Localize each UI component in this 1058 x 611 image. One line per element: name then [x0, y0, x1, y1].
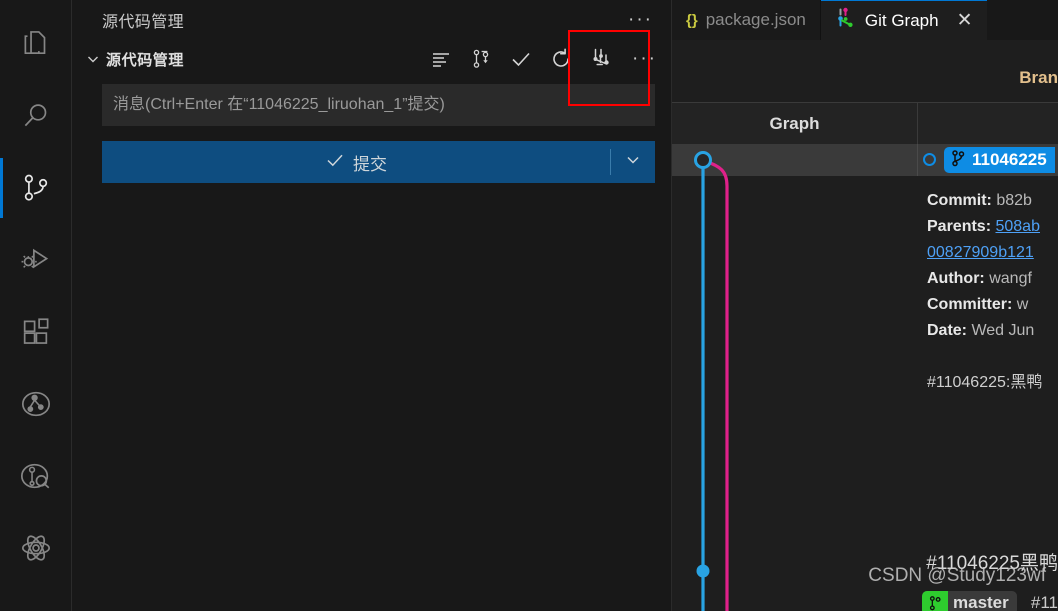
list-view-icon[interactable]: [428, 46, 454, 72]
git-graph-column-headers: Graph: [672, 102, 1058, 146]
activity-bar: [0, 0, 72, 611]
tab-package-json[interactable]: {} package.json: [672, 0, 821, 40]
search-icon: [19, 99, 53, 133]
bottom-row-hash: #11: [1030, 593, 1058, 611]
git-graph-toolbar: Bran: [672, 40, 1058, 102]
branch-icon: [922, 591, 948, 611]
git-lens-search-icon: [19, 459, 53, 493]
activity-item-explorer[interactable]: [0, 8, 72, 80]
commit-value: b82b: [996, 192, 1032, 209]
parent-hash-link-2[interactable]: 00827909b121: [927, 244, 1034, 261]
page-title: 源代码管理: [102, 14, 185, 31]
commit-ref-circle-icon: [923, 153, 936, 166]
parent-hash-link-1[interactable]: 508ab: [995, 218, 1040, 235]
check-icon: [325, 150, 345, 175]
csdn-watermark: CSDN @Study123wf: [868, 565, 1046, 586]
committer-label: Committer:: [927, 296, 1013, 313]
branch-badge-label: 11046225: [972, 150, 1051, 170]
activity-item-search[interactable]: [0, 80, 72, 152]
refresh-icon[interactable]: [548, 46, 574, 72]
branch-badge[interactable]: 11046225: [944, 147, 1055, 173]
detail-line-committer: Committer: w: [927, 292, 1058, 318]
chevron-down-icon[interactable]: [82, 51, 104, 67]
commit-dropdown-button[interactable]: [611, 141, 655, 183]
commit-graph-lines: [694, 151, 729, 611]
commit-button-group: 提交: [102, 141, 655, 183]
detail-line-author: Author: wangf: [927, 266, 1058, 292]
activity-item-run-and-debug[interactable]: [0, 224, 72, 296]
author-value: wangf: [989, 270, 1032, 287]
detail-line-parents-2: 00827909b121: [927, 240, 1058, 266]
branch-icon: [950, 149, 966, 172]
commit-message-input[interactable]: [102, 84, 655, 126]
detail-line-commit: Commit: b82b: [927, 188, 1058, 214]
commit-message-field-wrapper: [102, 84, 655, 126]
master-branch-badge[interactable]: master: [922, 591, 1017, 611]
date-label: Date:: [927, 322, 968, 339]
tab-label: package.json: [705, 10, 806, 29]
activity-item-react-devtools[interactable]: [0, 512, 72, 584]
activity-item-git-lens[interactable]: [0, 440, 72, 512]
commit-button[interactable]: 提交: [102, 141, 610, 183]
graph-icon[interactable]: [588, 46, 614, 72]
compare-changes-icon[interactable]: [468, 46, 494, 72]
parents-label: Parents:: [927, 218, 992, 235]
date-value: Wed Jun: [971, 322, 1035, 339]
commit-button-label: 提交: [353, 154, 387, 174]
git-graph-icon: [835, 7, 857, 34]
source-control-icon: [19, 171, 53, 205]
scm-section-actions: ···: [428, 46, 663, 72]
branches-dropdown-label[interactable]: Bran: [1019, 68, 1058, 88]
row-column-divider: [917, 144, 918, 176]
detail-line-date: Date: Wed Jun: [927, 318, 1058, 344]
tab-label: Git Graph: [864, 10, 939, 30]
commit-details-panel: Commit: b82b Parents: 508ab 00827909b121…: [927, 188, 1058, 396]
git-graph-view: Bran Graph 11046225 Commit: b82b Parents…: [672, 40, 1058, 611]
scm-section-label: 源代码管理: [106, 51, 185, 69]
activity-item-source-control[interactable]: [0, 152, 72, 224]
editor-tab-bar: {} package.json Git Graph ✕: [672, 0, 1058, 41]
source-control-sidebar: 源代码管理 ··· 源代码管理 ··· 消息(Ctrl+Enter 在“1104…: [72, 0, 672, 611]
close-icon[interactable]: ✕: [957, 11, 973, 30]
sidebar-title-bar: 源代码管理 ···: [72, 0, 671, 40]
author-label: Author:: [927, 270, 985, 287]
extensions-icon: [19, 315, 53, 349]
run-debug-icon: [19, 243, 53, 277]
commit-label: Commit:: [927, 192, 992, 209]
master-badge-label: master: [953, 593, 1009, 611]
atom-icon: [19, 531, 53, 565]
column-header-graph: Graph: [769, 114, 820, 133]
files-icon: [19, 27, 53, 61]
sidebar-more-actions-button[interactable]: ···: [624, 10, 657, 29]
git-graph-rows: 11046225 Commit: b82b Parents: 508ab 008…: [672, 144, 1058, 611]
json-braces-icon: {}: [686, 11, 698, 29]
vscode-window: 源代码管理 ··· 源代码管理 ··· 消息(Ctrl+Enter 在“1104…: [0, 0, 1058, 611]
column-divider[interactable]: [917, 103, 918, 145]
activity-item-git-graph[interactable]: [0, 368, 72, 440]
check-icon[interactable]: [508, 46, 534, 72]
ellipsis-icon[interactable]: ···: [628, 49, 661, 68]
activity-item-extensions[interactable]: [0, 296, 72, 368]
detail-line-parents: Parents: 508ab: [927, 214, 1058, 240]
scm-section-header: 源代码管理 ···: [72, 40, 671, 78]
tab-git-graph[interactable]: Git Graph ✕: [820, 0, 987, 40]
commit-message-text: #11046225:黑鸭: [927, 374, 1043, 391]
git-graph-circle-icon: [19, 387, 53, 421]
chevron-down-icon: [623, 150, 643, 175]
committer-value: w: [1016, 296, 1029, 313]
detail-spacer: [927, 344, 1058, 370]
editor-area: {} package.json Git Graph ✕ Bran Graph 1…: [672, 0, 1058, 611]
